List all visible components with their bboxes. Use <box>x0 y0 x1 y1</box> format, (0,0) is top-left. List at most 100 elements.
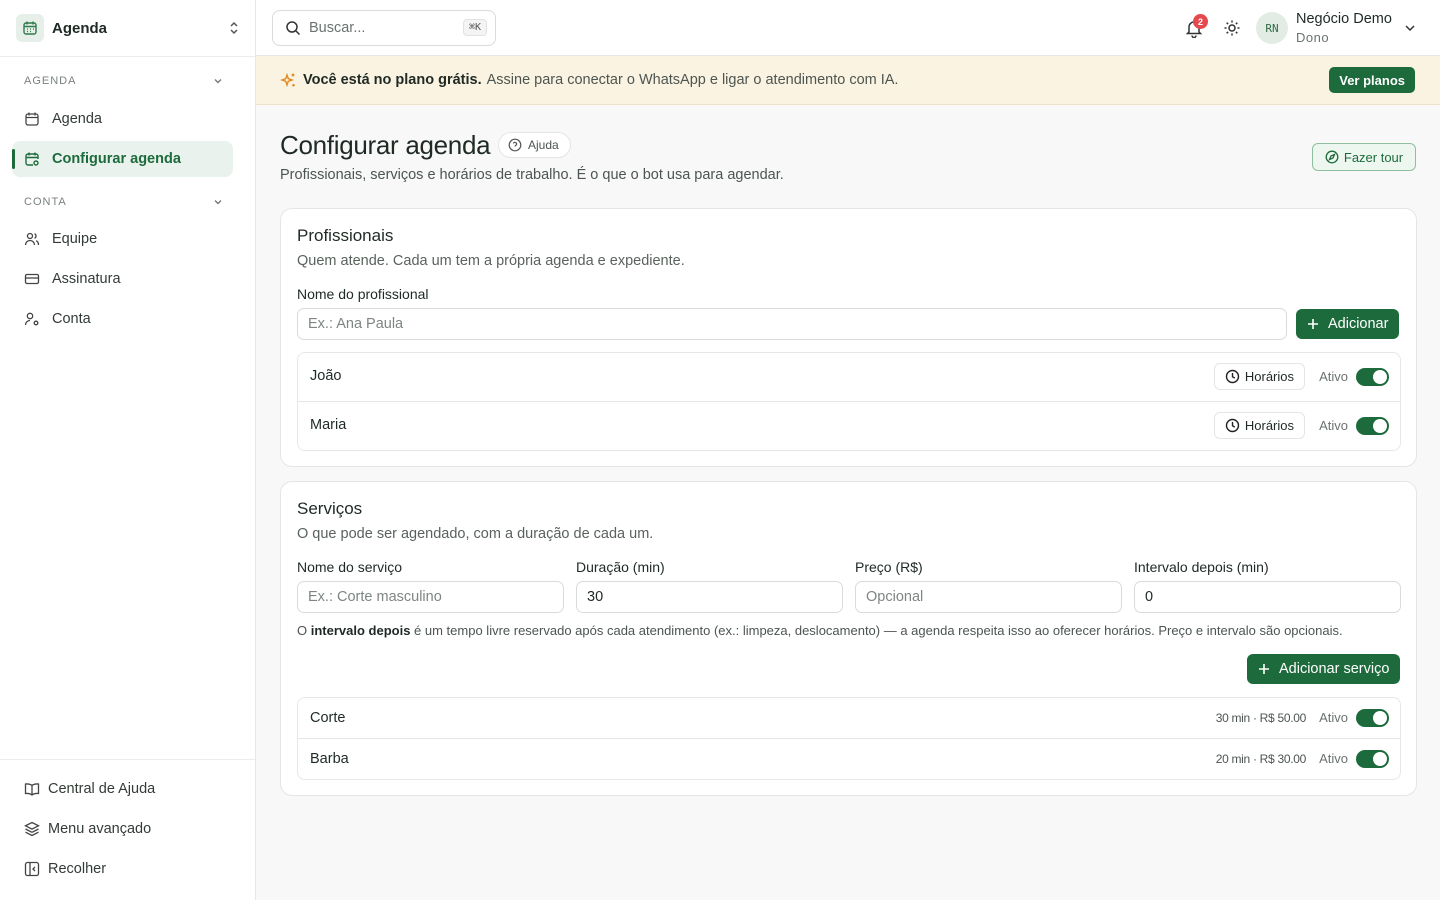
panel-left-close-icon <box>24 861 40 877</box>
service-name-input[interactable]: Ex.: Corte masculino <box>297 581 564 613</box>
card-subtitle: O que pode ser agendado, com a duração d… <box>297 526 654 542</box>
user-name[interactable]: Negócio Demo <box>1296 11 1392 27</box>
hint-text: é um tempo livre reservado após cada ate… <box>410 623 1343 638</box>
field-label: Duração (min) <box>576 559 665 575</box>
workspace-name: Agenda <box>52 19 108 37</box>
clock-icon <box>1225 369 1240 384</box>
sidebar-item-conta[interactable]: Conta <box>12 301 233 337</box>
sidebar-divider <box>0 759 255 760</box>
list-item: Barba 20 min · R$ 30.00 Ativo <box>298 739 1400 779</box>
professional-name: Maria <box>310 417 347 433</box>
interval-input[interactable]: 0 <box>1134 581 1401 613</box>
button-label: Adicionar serviço <box>1279 661 1390 677</box>
search-icon <box>285 20 301 36</box>
active-toggle[interactable] <box>1356 417 1389 435</box>
active-toggle[interactable] <box>1356 750 1389 768</box>
hours-button[interactable]: Horários <box>1213 412 1305 439</box>
services-list: Corte 30 min · R$ 50.00 Ativo Barba 20 m… <box>297 697 1401 780</box>
duration-input[interactable]: 30 <box>576 581 843 613</box>
price-input[interactable]: Opcional <box>855 581 1122 613</box>
notification-badge: 2 <box>1193 14 1208 29</box>
service-name: Corte <box>310 710 346 726</box>
professional-name-input[interactable]: Ex.: Ana Paula <box>297 308 1287 340</box>
help-label: Ajuda <box>528 138 559 152</box>
plus-icon <box>1257 662 1271 676</box>
status-label: Ativo <box>1319 751 1348 766</box>
sidebar-footer-collapse[interactable]: Recolher <box>24 861 106 877</box>
sidebar-item-label: Assinatura <box>52 271 121 287</box>
sidebar-footer-label: Recolher <box>48 861 107 877</box>
group-label: AGENDA <box>24 75 77 87</box>
sidebar-footer-help-center[interactable]: Central de Ajuda <box>24 781 155 797</box>
chevrons-up-down-icon <box>226 20 242 36</box>
button-label: Adicionar <box>1328 316 1389 332</box>
interval-hint: O intervalo depois é um tempo livre rese… <box>297 623 1343 638</box>
active-toggle[interactable] <box>1356 709 1389 727</box>
field-label: Intervalo depois (min) <box>1134 559 1269 575</box>
group-header-conta[interactable]: CONTA <box>24 196 224 208</box>
status-label: Ativo <box>1319 710 1348 725</box>
service-meta: 20 min · R$ 30.00 <box>1215 752 1307 766</box>
calendar-cog-icon <box>24 151 40 167</box>
sparkles-icon <box>280 72 297 89</box>
list-item: Corte 30 min · R$ 50.00 Ativo <box>298 698 1400 739</box>
sun-icon[interactable] <box>1223 19 1241 37</box>
sidebar-item-label: Equipe <box>52 231 98 247</box>
calendar-icon <box>24 111 40 127</box>
tour-label: Fazer tour <box>1343 149 1404 165</box>
search-input[interactable]: Buscar... ⌘K <box>272 10 496 46</box>
hint-bold: intervalo depois <box>310 623 411 638</box>
topbar: Buscar... ⌘K 2 RN Negócio Demo Dono <box>256 0 1440 56</box>
professional-name: João <box>310 368 342 384</box>
calendar-icon <box>16 14 44 42</box>
banner-text: Assine para conectar o WhatsApp e ligar … <box>486 72 899 88</box>
help-button[interactable]: Ajuda <box>498 132 571 158</box>
sidebar-footer-label: Central de Ajuda <box>48 781 156 797</box>
active-toggle[interactable] <box>1356 368 1389 386</box>
tour-button[interactable]: Fazer tour <box>1312 143 1416 171</box>
status-label: Ativo <box>1319 418 1348 433</box>
input-placeholder: Opcional <box>866 589 924 605</box>
chevron-down-icon[interactable] <box>1402 20 1418 36</box>
group-label: CONTA <box>24 196 67 208</box>
sidebar-item-label: Agenda <box>52 111 102 127</box>
add-service-button[interactable]: Adicionar serviço <box>1247 654 1401 684</box>
sidebar-item-label: Conta <box>52 311 91 327</box>
compass-icon <box>1325 150 1339 164</box>
workspace-switcher[interactable]: Agenda <box>16 12 244 44</box>
sidebar-divider <box>0 56 255 57</box>
professionals-card: Profissionais Quem atende. Cada um tem a… <box>280 208 1417 467</box>
input-placeholder: Ex.: Corte masculino <box>308 589 442 605</box>
sidebar-footer-label: Menu avançado <box>48 821 152 837</box>
input-placeholder: Ex.: Ana Paula <box>308 316 404 332</box>
input-value: 0 <box>1145 589 1154 605</box>
page-title: Configurar agenda <box>280 130 491 160</box>
input-value: 30 <box>587 589 604 605</box>
chevron-down-icon <box>214 200 222 205</box>
sidebar-item-assinatura[interactable]: Assinatura <box>12 261 233 297</box>
hours-label: Horários <box>1244 369 1294 384</box>
avatar[interactable]: RN <box>1256 12 1288 44</box>
view-plans-button[interactable]: Ver planos <box>1329 67 1415 93</box>
card-subtitle: Quem atende. Cada um tem a própria agend… <box>297 253 685 269</box>
card-title: Profissionais <box>297 226 394 245</box>
group-header-agenda[interactable]: AGENDA <box>24 75 224 87</box>
add-professional-button[interactable]: Adicionar <box>1296 309 1400 339</box>
sidebar-item-configurar-agenda[interactable]: Configurar agenda <box>12 141 233 177</box>
sidebar-item-equipe[interactable]: Equipe <box>12 221 233 257</box>
hint-prefix: O <box>297 623 311 638</box>
sidebar-item-agenda[interactable]: Agenda <box>12 101 233 137</box>
banner-title: Você está no plano grátis. <box>303 72 482 88</box>
search-shortcut: ⌘K <box>462 19 487 36</box>
help-circle-icon <box>508 138 522 152</box>
search-placeholder: Buscar... <box>309 20 366 36</box>
hours-button[interactable]: Horários <box>1213 363 1305 390</box>
sidebar-footer-advanced-menu[interactable]: Menu avançado <box>24 821 151 837</box>
users-icon <box>24 231 40 247</box>
service-name: Barba <box>310 751 349 767</box>
sidebar-item-label: Configurar agenda <box>52 151 181 167</box>
book-open-icon <box>24 781 40 797</box>
user-cog-icon <box>24 311 40 327</box>
clock-icon <box>1225 418 1240 433</box>
list-item: João Horários Ativo <box>298 353 1400 402</box>
